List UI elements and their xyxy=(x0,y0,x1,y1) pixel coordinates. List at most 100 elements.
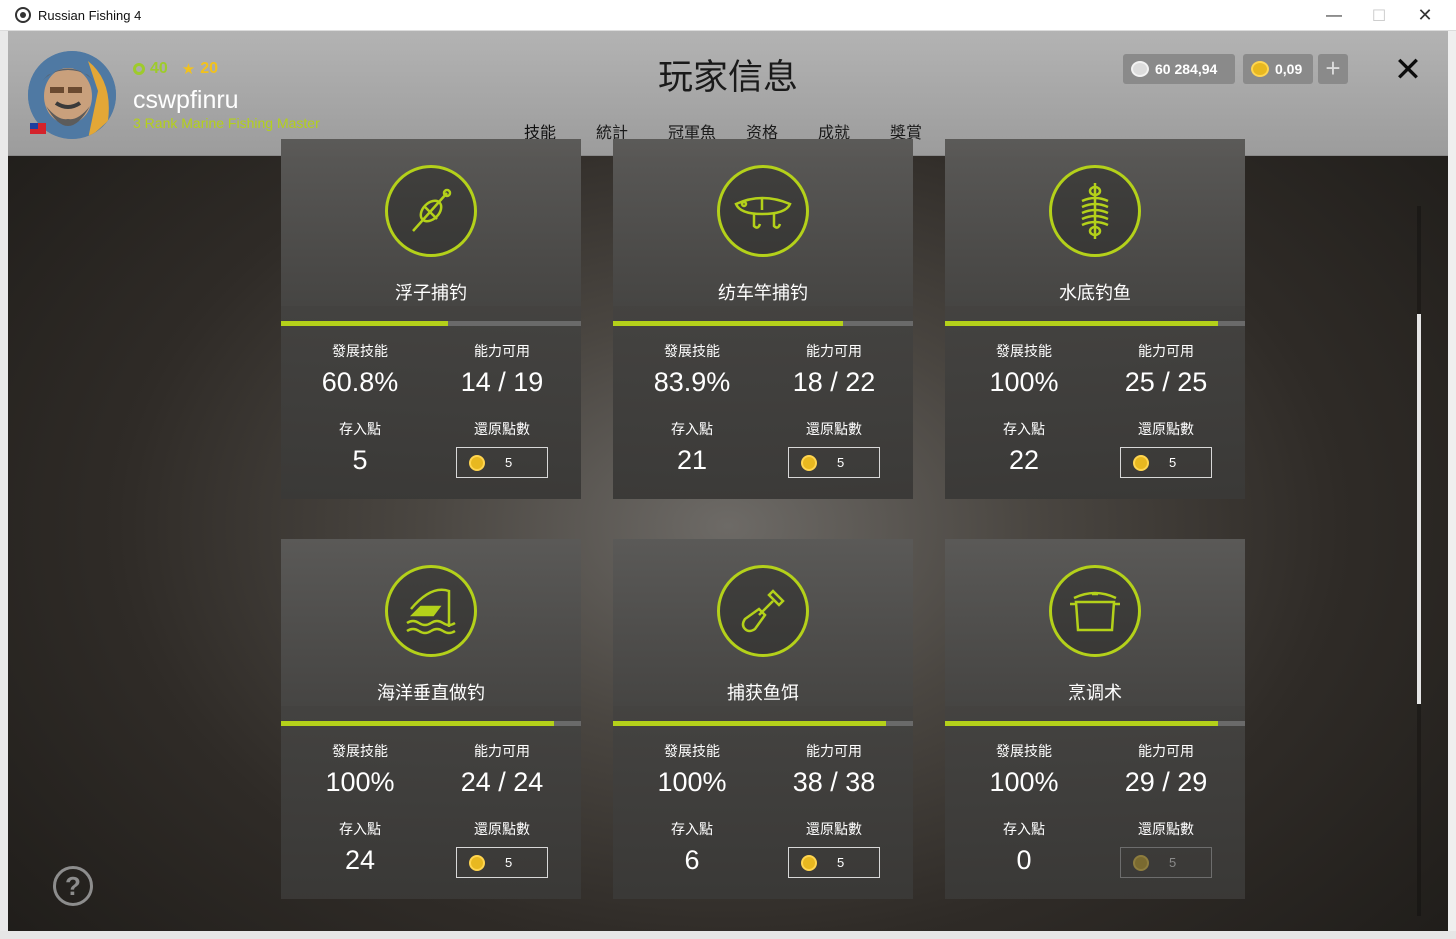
skill-progress-bar xyxy=(281,721,581,726)
restore-points-button[interactable]: 5 xyxy=(456,847,548,878)
develop-value: 100% xyxy=(989,767,1059,797)
restore-cost: 5 xyxy=(1169,455,1177,470)
restore-label: 還原點數 xyxy=(1138,821,1194,837)
background-window-edge xyxy=(0,31,8,939)
maximize-button[interactable]: ☐ xyxy=(1356,0,1402,31)
skill-progress-bar xyxy=(945,321,1245,326)
skill-name: 捕获鱼饵 xyxy=(727,683,799,703)
gold-coin-icon xyxy=(801,454,817,471)
develop-value: 60.8% xyxy=(321,367,399,397)
help-icon[interactable]: ? xyxy=(53,866,93,906)
deposit-label: 存入點 xyxy=(1003,421,1045,437)
restore-cost: 5 xyxy=(837,455,845,470)
restore-points-button[interactable]: 5 xyxy=(456,447,548,478)
restore-points-button[interactable]: 5 xyxy=(788,447,880,478)
gold-coin-icon xyxy=(1133,854,1149,871)
skill-progress-fill xyxy=(945,721,1218,726)
gold-amount: 0,09 xyxy=(1275,61,1303,77)
deposit-label: 存入點 xyxy=(671,821,713,837)
scrollbar-thumb[interactable] xyxy=(1417,314,1421,704)
rank-star-icon: ★ xyxy=(181,61,196,78)
float-icon xyxy=(385,165,477,257)
skill-progress-bar xyxy=(281,321,581,326)
develop-value: 83.9% xyxy=(653,367,731,397)
minimize-button[interactable]: — xyxy=(1311,0,1357,31)
develop-label: 發展技能 xyxy=(332,343,388,359)
gold-coin-icon xyxy=(1251,61,1269,77)
abilities-label: 能力可用 xyxy=(1138,343,1194,359)
develop-label: 發展技能 xyxy=(996,343,1052,359)
gold-coin-icon xyxy=(469,454,485,471)
silver-balance: 60 284,94 xyxy=(1123,54,1235,84)
skill-card[interactable]: 海洋垂直做钓 發展技能 能力可用 100% 24 / 24 存入點 還原點數 2… xyxy=(281,539,581,899)
close-icon[interactable]: ✕ xyxy=(1393,53,1423,87)
abilities-label: 能力可用 xyxy=(474,343,530,359)
skill-card[interactable]: 烹调术 發展技能 能力可用 100% 29 / 29 存入點 還原點數 0 5 xyxy=(945,539,1245,899)
restore-points-button[interactable]: 5 xyxy=(1120,447,1212,478)
deposit-value: 6 xyxy=(684,845,700,875)
level-row: 40 ★ 20 xyxy=(133,60,218,78)
abilities-value: 14 / 19 xyxy=(460,367,544,397)
skill-progress-bar xyxy=(613,321,913,326)
skill-card[interactable]: 浮子捕钓 發展技能 能力可用 60.8% 14 / 19 存入點 還原點數 5 … xyxy=(281,139,581,499)
player-header: 40 ★ 20 cswpfinru 3 Rank Marine Fishing … xyxy=(8,31,1448,156)
add-currency-button[interactable]: + xyxy=(1318,54,1348,84)
skill-card[interactable]: 纺车竿捕钓 發展技能 能力可用 83.9% 18 / 22 存入點 還原點數 2… xyxy=(613,139,913,499)
restore-label: 還原點數 xyxy=(806,421,862,437)
player-rank-level: 20 xyxy=(200,60,219,77)
abilities-value: 29 / 29 xyxy=(1124,767,1208,797)
player-username: cswpfinru xyxy=(133,86,239,114)
restore-cost: 5 xyxy=(1169,855,1177,870)
country-flag-icon xyxy=(30,123,46,134)
skill-name: 纺车竿捕钓 xyxy=(718,283,808,303)
restore-points-button[interactable]: 5 xyxy=(1120,847,1212,878)
skill-name: 浮子捕钓 xyxy=(395,283,467,303)
window-close-button[interactable]: ✕ xyxy=(1402,0,1448,31)
deposit-label: 存入點 xyxy=(339,821,381,837)
abilities-value: 24 / 24 xyxy=(460,767,544,797)
develop-label: 發展技能 xyxy=(664,343,720,359)
deposit-value: 22 xyxy=(1008,445,1040,475)
player-level: 40 xyxy=(150,60,168,77)
player-rank-title: 3 Rank Marine Fishing Master xyxy=(133,115,320,131)
game-viewport: 40 ★ 20 cswpfinru 3 Rank Marine Fishing … xyxy=(8,31,1448,931)
deposit-label: 存入點 xyxy=(339,421,381,437)
skill-progress-fill xyxy=(281,721,554,726)
window-titlebar: Russian Fishing 4 — ☐ ✕ xyxy=(0,0,1456,31)
skill-progress-fill xyxy=(281,321,449,326)
window-title: Russian Fishing 4 xyxy=(38,7,142,23)
restore-label: 還原點數 xyxy=(474,821,530,837)
skill-progress-bar xyxy=(945,721,1245,726)
restore-points-button[interactable]: 5 xyxy=(788,847,880,878)
gold-coin-icon xyxy=(1133,454,1149,471)
skill-progress-fill xyxy=(945,321,1218,326)
restore-cost: 5 xyxy=(505,455,513,470)
shovel-icon xyxy=(717,565,809,657)
gold-balance: 0,09 xyxy=(1243,54,1313,84)
spinning-lure-icon xyxy=(717,165,809,257)
abilities-label: 能力可用 xyxy=(806,743,862,759)
skill-card[interactable]: 水底钓鱼 發展技能 能力可用 100% 25 / 25 存入點 還原點數 22 … xyxy=(945,139,1245,499)
deposit-label: 存入點 xyxy=(1003,821,1045,837)
silver-amount: 60 284,94 xyxy=(1155,61,1218,77)
develop-value: 100% xyxy=(989,367,1059,397)
gold-coin-icon xyxy=(801,854,817,871)
develop-value: 100% xyxy=(325,767,395,797)
deposit-label: 存入點 xyxy=(671,421,713,437)
skill-progress-bar xyxy=(613,721,913,726)
develop-label: 發展技能 xyxy=(996,743,1052,759)
abilities-value: 38 / 38 xyxy=(792,767,876,797)
background-window-edge-bottom xyxy=(0,931,1456,939)
abilities-label: 能力可用 xyxy=(1138,743,1194,759)
restore-label: 還原點數 xyxy=(474,421,530,437)
abilities-label: 能力可用 xyxy=(806,343,862,359)
app-logo-icon xyxy=(15,7,31,23)
marine-fishing-icon xyxy=(385,565,477,657)
restore-label: 還原點數 xyxy=(1138,421,1194,437)
level-ring-icon xyxy=(133,63,145,75)
develop-value: 100% xyxy=(657,767,727,797)
restore-cost: 5 xyxy=(505,855,513,870)
skill-card[interactable]: 捕获鱼饵 發展技能 能力可用 100% 38 / 38 存入點 還原點數 6 5 xyxy=(613,539,913,899)
cooking-pot-icon xyxy=(1049,565,1141,657)
gold-coin-icon xyxy=(469,854,485,871)
